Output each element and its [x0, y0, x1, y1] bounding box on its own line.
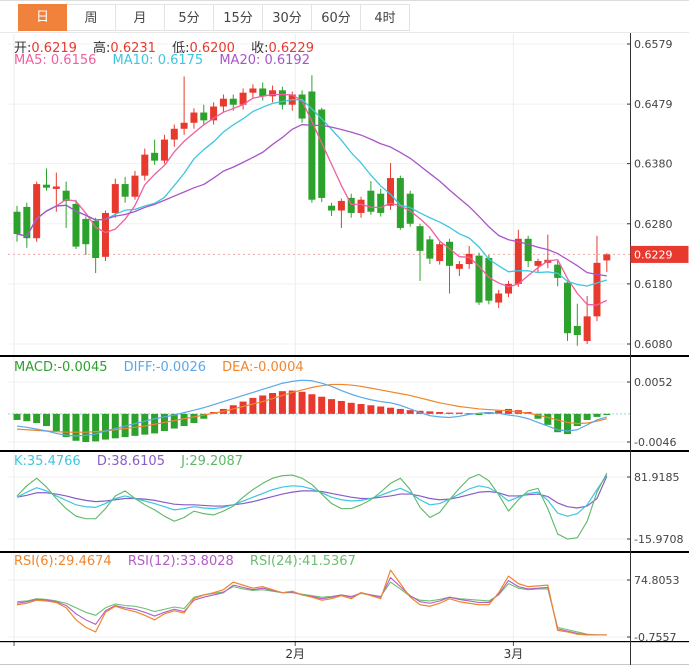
- svg-text:0.6280: 0.6280: [634, 218, 673, 231]
- svg-text:0.6579: 0.6579: [634, 38, 673, 51]
- tab-month[interactable]: 月: [116, 4, 165, 31]
- diff-value: DIFF:-0.0026: [123, 360, 207, 375]
- svg-text:-0.0046: -0.0046: [634, 436, 676, 449]
- dea-value: DEA:-0.0004: [222, 360, 304, 375]
- ma5-value: MA5: 0.6156: [14, 53, 97, 68]
- k-value: K:35.4766: [14, 454, 81, 469]
- tab-60min[interactable]: 60分: [312, 4, 361, 31]
- timeframe-tabs: 日 周 月 5分 15分 30分 60分 4时: [18, 4, 410, 31]
- tab-4hour[interactable]: 4时: [361, 4, 410, 31]
- header-divider: [0, 32, 689, 33]
- svg-text:0.0052: 0.0052: [634, 376, 673, 389]
- macd-value: MACD:-0.0045: [14, 360, 108, 375]
- rsi24-value: RSI(24):41.5367: [249, 554, 356, 569]
- svg-text:0.6479: 0.6479: [634, 98, 673, 111]
- svg-text:74.8053: 74.8053: [634, 574, 680, 587]
- rsi-legend: RSI(6):29.4674 RSI(12):33.8028 RSI(24):4…: [14, 554, 368, 569]
- chart-widget: 2月 3月 0.6579 0.6479 0.6380 0.6280 0.6180 0.6080…: [0, 0, 689, 666]
- tab-5min[interactable]: 5分: [165, 4, 214, 31]
- svg-text:2月: 2月: [285, 647, 305, 661]
- kdj-legend: K:35.4766 D:38.6105 J:29.2087: [14, 454, 255, 469]
- ma20-value: MA20: 0.6192: [219, 53, 310, 68]
- svg-text:0.6380: 0.6380: [634, 158, 673, 171]
- svg-text:81.9185: 81.9185: [634, 471, 680, 484]
- rsi12-value: RSI(12):33.8028: [127, 554, 234, 569]
- macd-legend: MACD:-0.0045 DIFF:-0.0026 DEA:-0.0004: [14, 360, 316, 375]
- ma-legend: MA5: 0.6156 MA10: 0.6175 MA20: 0.6192: [14, 53, 322, 68]
- tab-day[interactable]: 日: [18, 4, 67, 31]
- svg-text:3月: 3月: [504, 647, 524, 661]
- ma10-value: MA10: 0.6175: [112, 53, 204, 68]
- svg-text:-0.7557: -0.7557: [634, 631, 676, 644]
- svg-text:0.6229: 0.6229: [634, 248, 673, 261]
- j-value: J:29.2087: [181, 454, 244, 469]
- tab-week[interactable]: 周: [67, 4, 116, 31]
- svg-text:0.6180: 0.6180: [634, 278, 673, 291]
- tab-30min[interactable]: 30分: [263, 4, 312, 31]
- svg-text:0.6080: 0.6080: [634, 338, 673, 351]
- tab-15min[interactable]: 15分: [214, 4, 263, 31]
- svg-text:-15.9708: -15.9708: [634, 533, 683, 546]
- d-value: D:38.6105: [96, 454, 165, 469]
- rsi6-value: RSI(6):29.4674: [14, 554, 112, 569]
